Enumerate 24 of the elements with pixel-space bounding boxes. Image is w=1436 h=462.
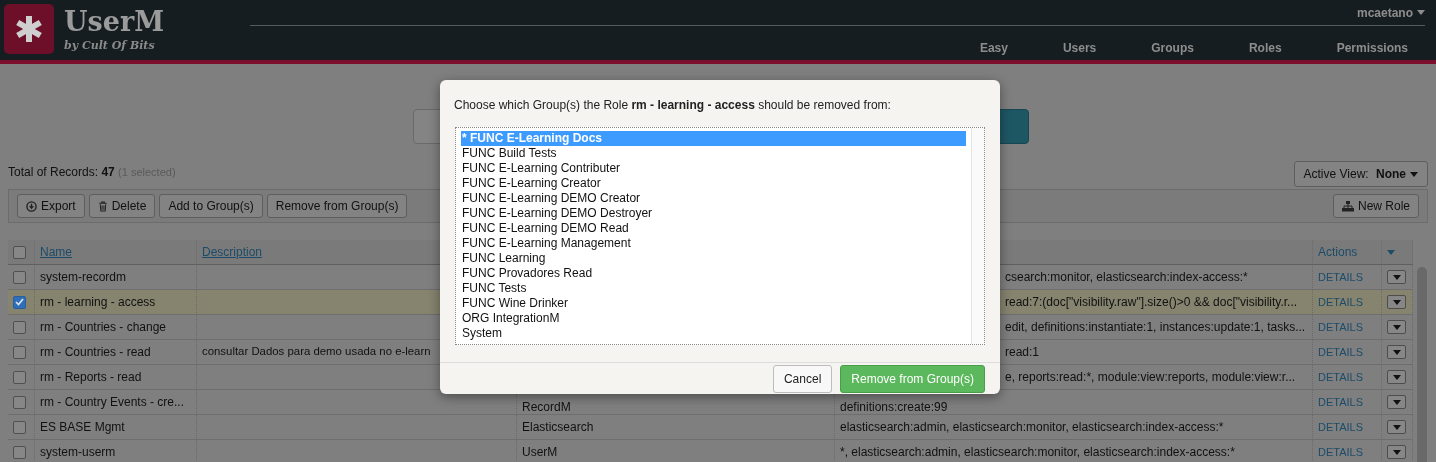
table-cell-text: UserM (522, 444, 558, 461)
app-subtitle: by Cult Of Bits (64, 38, 156, 54)
table-cell-text: *, elasticsearch:admin, elasticsearch:monitor, elasticsearch:index-access:* (840, 444, 1235, 461)
table-cell-text: read:7:(doc["visibility.raw"].size()>0 && doc["visibility.r... (1005, 294, 1298, 311)
table-cell-text: system-userm (40, 444, 116, 461)
table-cell-text: ES BASE Mgmt (40, 419, 125, 436)
dialog-message: Choose which Group(s) the Role rm - learning - access should be removed from: (453, 97, 892, 114)
table-cell-text: rm - Reports - read (40, 369, 142, 386)
table-cell-text: rm - Countries - change (40, 319, 167, 336)
table-cell-text: RecordM (522, 399, 571, 414)
table-cell-text: rm - Country Events - cre... (40, 394, 185, 411)
table-cell-text: system-recordm (40, 269, 126, 286)
table-cell-text: rm - Countries - read (40, 344, 151, 361)
table-cell-text: Elasticsearch (522, 419, 594, 436)
column-header: Actions (1318, 244, 1358, 261)
table-cell-text: csearch:monitor, elasticsearch:index-access:* (1005, 269, 1248, 286)
table-cell-text: rm - learning - access (40, 294, 156, 311)
table-cell-text: edit, definitions:instantiate:1, instances:update:1, tasks... (1005, 319, 1306, 336)
table-cell-text: consultar Dados para demo usada no e-learn (202, 344, 431, 360)
table-cell-text: e, reports:read:*, module:view:reports, module:view:r... (1005, 369, 1296, 386)
table-cell-text: elasticsearch:admin, elasticsearch:monitor, elasticsearch:index-access:* (840, 419, 1224, 436)
table-cell-text: definitions:create:99 (840, 399, 948, 414)
app-title: UserM (64, 8, 165, 35)
table-cell-text: read:1 (1005, 344, 1040, 361)
